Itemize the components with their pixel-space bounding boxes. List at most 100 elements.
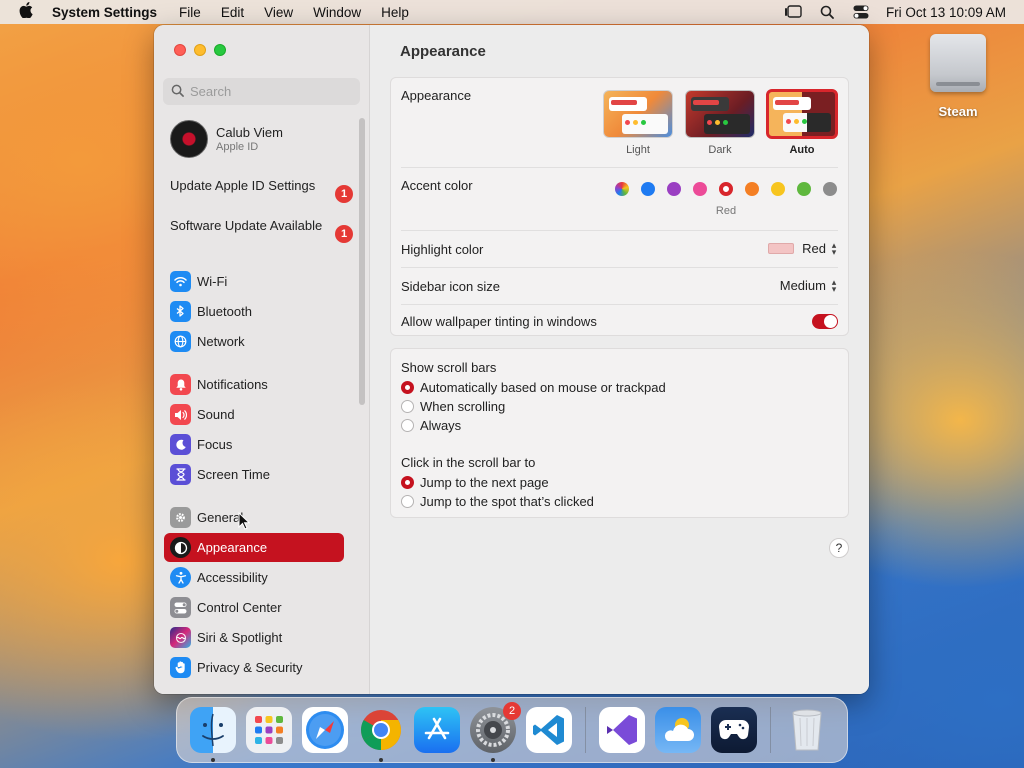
apple-id-profile[interactable]: Calub Viem Apple ID: [170, 120, 283, 158]
sidebar-item-label: Sound: [197, 407, 235, 422]
file-menu[interactable]: File: [179, 5, 201, 20]
content-pane: Appearance Appearance Light Dark Auto Ac…: [370, 25, 869, 694]
profile-subtitle: Apple ID: [216, 141, 259, 153]
vscode-icon[interactable]: [526, 707, 572, 753]
moon-icon: [170, 434, 191, 455]
click-scroll-option-spot-clicked[interactable]: Jump to the spot that’s clicked: [401, 494, 594, 509]
accent-swatch-yellow[interactable]: [771, 182, 785, 196]
radio-label: Jump to the spot that’s clicked: [420, 494, 594, 509]
help-menu[interactable]: Help: [381, 5, 409, 20]
sidebar-item-label: Appearance: [197, 540, 268, 555]
sidebar-item-general[interactable]: General: [164, 503, 344, 532]
accent-swatch-red[interactable]: [719, 182, 733, 196]
sidebar-icon-size-value: Medium: [779, 278, 826, 293]
accent-swatch-orange[interactable]: [745, 182, 759, 196]
software-update-notice[interactable]: Software Update Available 1: [170, 218, 353, 243]
window-controls: [174, 44, 226, 56]
view-menu[interactable]: View: [264, 5, 293, 20]
sidebar-item-label: Control Center: [197, 600, 282, 615]
mouse-cursor-icon: [238, 511, 251, 533]
appearance-option-dark[interactable]: [685, 90, 755, 138]
accessibility-icon: [170, 567, 191, 588]
drive-icon: [930, 34, 986, 92]
sidebar-item-label: Accessibility: [197, 570, 268, 585]
appearance-option-dark-label: Dark: [708, 144, 732, 156]
app-name-menu[interactable]: System Settings: [52, 5, 157, 20]
sidebar-item-notifications[interactable]: Notifications: [164, 370, 344, 399]
radio-label: When scrolling: [420, 399, 506, 414]
accent-swatch-green[interactable]: [797, 182, 811, 196]
accent-swatch-blue[interactable]: [641, 182, 655, 196]
speaker-icon: [170, 404, 191, 425]
sidebar-item-wifi[interactable]: Wi-Fi: [164, 267, 344, 296]
app-store-icon[interactable]: [414, 707, 460, 753]
sidebar-item-label: General: [197, 510, 244, 525]
window-menu[interactable]: Window: [313, 5, 361, 20]
scroll-bars-option-always[interactable]: Always: [401, 418, 461, 433]
menubar-clock[interactable]: Fri Oct 13 10:09 AM: [886, 5, 1006, 20]
radio-button[interactable]: [401, 400, 414, 413]
wifi-icon: [170, 271, 191, 292]
radio-button[interactable]: [401, 381, 414, 394]
sidebar-scrollbar[interactable]: [359, 118, 365, 405]
desktop-steam-drive[interactable]: Steam: [926, 34, 990, 119]
scroll-bars-option-automatic[interactable]: Automatically based on mouse or trackpad: [401, 380, 666, 395]
sidebar-icon-size-popup[interactable]: Medium ▴ ▾: [779, 277, 838, 293]
stage-manager-icon[interactable]: [784, 5, 802, 19]
appearance-option-light[interactable]: [603, 90, 673, 138]
highlight-color-popup[interactable]: Red ▴ ▾: [768, 239, 838, 257]
accent-swatch-multicolor[interactable]: [615, 182, 629, 196]
zoom-button[interactable]: [214, 44, 226, 56]
steam-link-icon[interactable]: [711, 707, 757, 753]
search-field[interactable]: Search: [163, 78, 360, 105]
chevron-updown-icon: ▴ ▾: [831, 239, 837, 257]
sidebar-item-focus[interactable]: Focus: [164, 430, 344, 459]
sidebar-item-label: Notifications: [197, 377, 268, 392]
close-button[interactable]: [174, 44, 186, 56]
sidebar-item-label: Siri & Spotlight: [197, 630, 283, 645]
appearance-option-auto[interactable]: [766, 89, 838, 139]
sidebar-item-label: Wi-Fi: [197, 274, 228, 289]
accent-swatch-pink[interactable]: [693, 182, 707, 196]
sidebar-item-siri-spotlight[interactable]: Siri & Spotlight: [164, 623, 344, 652]
spotlight-search-icon[interactable]: [818, 5, 836, 19]
radio-button[interactable]: [401, 495, 414, 508]
radio-button[interactable]: [401, 419, 414, 432]
wallpaper-tinting-toggle[interactable]: [812, 314, 838, 329]
control-center-icon[interactable]: [852, 5, 870, 19]
finder-icon[interactable]: [190, 707, 236, 762]
scroll-bars-option-when-scrolling[interactable]: When scrolling: [401, 399, 505, 414]
sidebar-item-sound[interactable]: Sound: [164, 400, 344, 429]
trash-icon[interactable]: [784, 707, 830, 753]
sidebar-item-accessibility[interactable]: Accessibility: [164, 563, 344, 592]
sidebar: Search Calub Viem Apple ID Update Apple …: [154, 25, 370, 694]
sidebar-item-label: Bluetooth: [197, 304, 252, 319]
help-button[interactable]: ?: [829, 538, 849, 558]
edit-menu[interactable]: Edit: [221, 5, 244, 20]
click-scroll-option-next-page[interactable]: Jump to the next page: [401, 475, 549, 490]
appearance-option-auto-label: Auto: [789, 144, 815, 156]
sidebar-item-control-center[interactable]: Control Center: [164, 593, 344, 622]
chrome-icon[interactable]: [358, 707, 404, 762]
launchpad-icon[interactable]: [246, 707, 292, 753]
weather-icon[interactable]: [655, 707, 701, 753]
apple-menu-icon[interactable]: [0, 1, 52, 23]
page-title: Appearance: [400, 43, 486, 60]
hourglass-icon: [170, 464, 191, 485]
accent-swatch-graphite[interactable]: [823, 182, 837, 196]
sidebar-item-appearance[interactable]: Appearance: [164, 533, 344, 562]
notification-badge: 2: [503, 702, 521, 720]
sidebar-item-privacy-security[interactable]: Privacy & Security: [164, 653, 344, 682]
safari-icon[interactable]: [302, 707, 348, 753]
accent-swatch-purple[interactable]: [667, 182, 681, 196]
minimize-button[interactable]: [194, 44, 206, 56]
running-indicator: [379, 758, 383, 762]
sidebar-item-network[interactable]: Network: [164, 327, 344, 356]
sidebar-item-bluetooth[interactable]: Bluetooth: [164, 297, 344, 326]
system-settings-icon[interactable]: 2: [470, 702, 521, 762]
update-apple-id-notice[interactable]: Update Apple ID Settings 1: [170, 178, 353, 203]
visual-studio-icon[interactable]: [599, 707, 645, 753]
sidebar-item-screen-time[interactable]: Screen Time: [164, 460, 344, 489]
bluetooth-icon: [170, 301, 191, 322]
radio-button[interactable]: [401, 476, 414, 489]
